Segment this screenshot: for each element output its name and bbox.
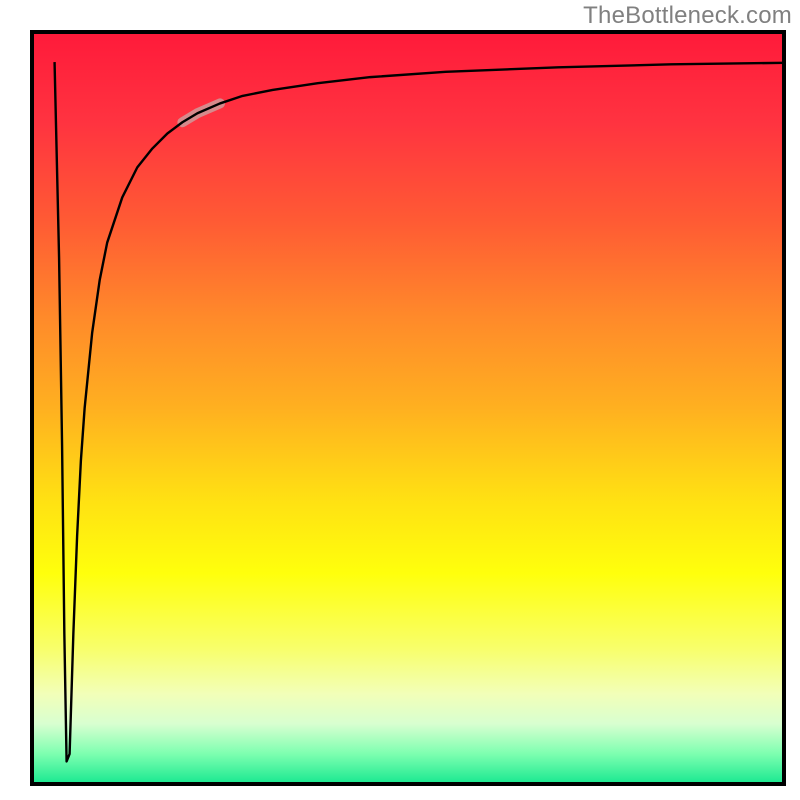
chart-svg (0, 0, 800, 800)
watermark-text: TheBottleneck.com (583, 2, 792, 30)
chart-frame: TheBottleneck.com (0, 0, 800, 800)
plot-background (32, 32, 784, 784)
